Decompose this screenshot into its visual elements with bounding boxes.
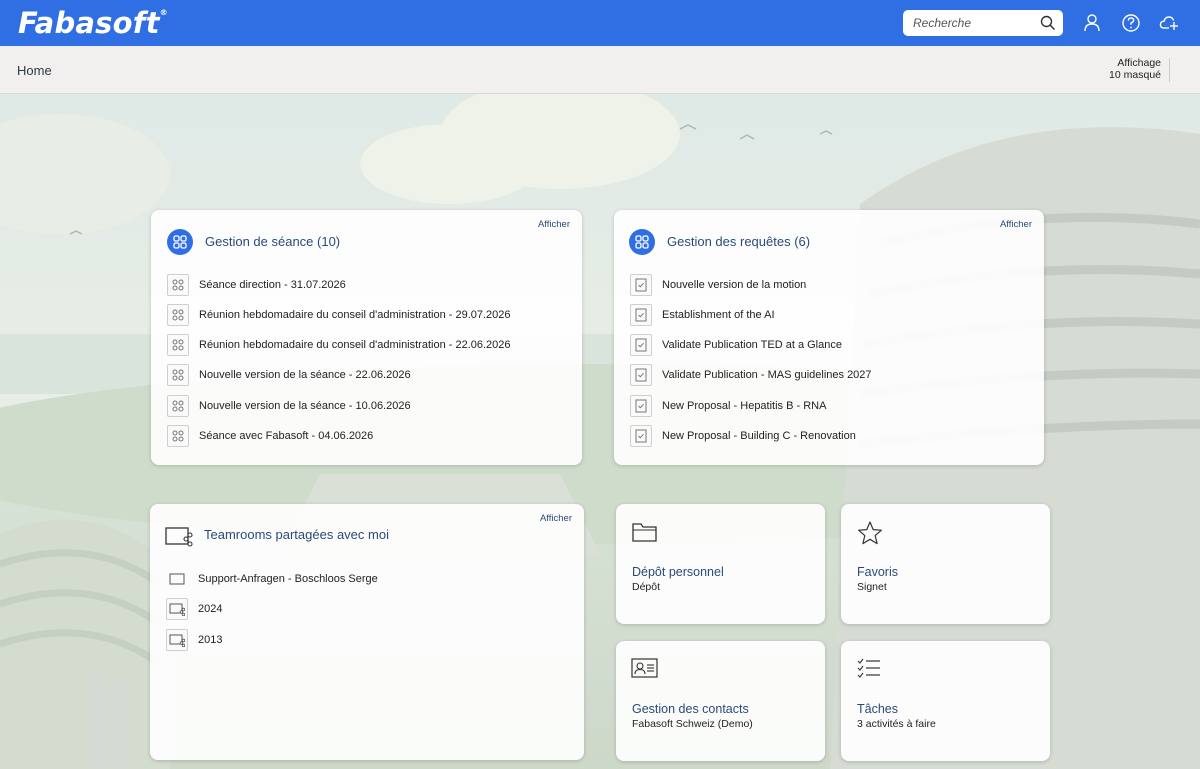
request-item-label: Establishment of the AI [662,309,775,321]
request-item[interactable]: Validate Publication - MAS guidelines 20… [630,363,872,387]
request-item-label: New Proposal - Building C - Renovation [662,430,856,442]
search-input[interactable] [903,10,1033,36]
divider [1169,58,1170,82]
search-box[interactable] [903,10,1063,36]
meetings-card-title[interactable]: Gestion de séance (10) [205,234,340,249]
requests-card-title[interactable]: Gestion des requêtes (6) [667,234,810,249]
meeting-item-label: Séance direction - 31.07.2026 [199,279,346,291]
tile-title: Gestion des contacts [632,702,749,716]
request-item-label: Validate Publication TED at a Glance [662,339,842,351]
tile-subtitle: 3 activités à faire [857,718,936,730]
tile-title: Favoris [857,565,898,579]
meetings-card: Afficher Gestion de séance (10) Séance d… [151,210,582,465]
document-icon [630,425,652,447]
document-icon [630,304,652,326]
breadcrumb-home[interactable]: Home [17,63,52,78]
document-icon [630,364,652,386]
meeting-item-label: Réunion hebdomadaire du conseil d'admini… [199,309,511,321]
teamroom-item-label: 2024 [198,603,223,615]
contact-card-icon [631,658,658,678]
teamroom-icon [166,568,188,590]
teamroom-item-label: 2013 [198,634,223,646]
favorites-tile[interactable]: Favoris Signet [841,504,1050,624]
shared-teamroom-icon [165,527,193,547]
meeting-item[interactable]: Réunion hebdomadaire du conseil d'admini… [167,303,511,327]
document-icon [630,334,652,356]
meeting-item[interactable]: Nouvelle version de la séance - 10.06.20… [167,394,411,418]
request-item[interactable]: Validate Publication TED at a Glance [630,333,842,357]
meeting-item-label: Réunion hebdomadaire du conseil d'admini… [199,339,511,351]
tile-subtitle: Signet [857,581,887,593]
teamrooms-card: Afficher Teamrooms partagées avec moi Su… [150,504,584,760]
help-icon[interactable] [1120,12,1142,34]
request-item-label: Nouvelle version de la motion [662,279,807,291]
teamroom-item[interactable]: 2013 [166,628,222,652]
folder-icon [632,523,657,542]
request-item[interactable]: New Proposal - Hepatitis B - RNA [630,394,826,418]
contacts-tile[interactable]: Gestion des contacts Fabasoft Schweiz (D… [616,641,825,761]
request-item-label: Validate Publication - MAS guidelines 20… [662,369,872,381]
meeting-item[interactable]: Séance avec Fabasoft - 04.06.2026 [167,424,373,448]
tasks-tile[interactable]: Tâches 3 activités à faire [841,641,1050,761]
teamrooms-card-title[interactable]: Teamrooms partagées avec moi [204,527,389,542]
teamroom-item[interactable]: Support-Anfragen - Boschloos Serge [166,567,378,591]
request-item[interactable]: Establishment of the AI [630,303,775,327]
star-icon [858,521,882,545]
tile-subtitle: Dépôt [632,581,661,593]
teamroom-item[interactable]: 2024 [166,597,222,621]
request-item[interactable]: New Proposal - Building C - Renovation [630,424,856,448]
breadcrumb-bar: Home Affichage 10 masqué [0,46,1200,94]
requests-show-link[interactable]: Afficher [1000,219,1032,230]
meeting-item[interactable]: Nouvelle version de la séance - 22.06.20… [167,363,411,387]
document-icon [630,274,652,296]
meeting-item-label: Séance avec Fabasoft - 04.06.2026 [199,430,374,442]
request-item[interactable]: Nouvelle version de la motion [630,273,806,297]
meeting-icon [167,334,189,356]
meeting-item[interactable]: Réunion hebdomadaire du conseil d'admini… [167,333,511,357]
personal-storage-tile[interactable]: Dépôt personnel Dépôt [616,504,825,624]
display-toggle[interactable]: Affichage 10 masqué [1109,57,1161,81]
requests-card: Afficher Gestion des requêtes (6) Nouvel… [614,210,1044,465]
teamroom-item-label: Support-Anfragen - Boschloos Serge [198,573,378,585]
meeting-icon [167,364,189,386]
shared-teamroom-icon [166,598,188,620]
meetings-show-link[interactable]: Afficher [538,219,570,230]
hidden-count: 10 masqué [1109,69,1161,81]
checklist-icon [857,658,880,678]
teamrooms-show-link[interactable]: Afficher [540,513,572,524]
user-icon[interactable] [1081,12,1103,34]
top-bar: Fabasoft® [0,0,1200,46]
tile-title: Dépôt personnel [632,565,724,579]
meeting-item-label: Nouvelle version de la séance - 10.06.20… [199,400,411,412]
search-icon[interactable] [1039,14,1057,32]
request-item-label: New Proposal - Hepatitis B - RNA [662,400,827,412]
fabasoft-logo[interactable]: Fabasoft® [18,6,168,40]
meeting-icon [167,304,189,326]
meeting-item[interactable]: Séance direction - 31.07.2026 [167,273,346,297]
meeting-icon [167,395,189,417]
meeting-item-label: Nouvelle version de la séance - 22.06.20… [199,369,411,381]
document-icon [630,395,652,417]
request-management-icon [629,229,655,255]
tile-subtitle: Fabasoft Schweiz (Demo) [632,718,753,730]
tile-title: Tâches [857,702,898,716]
meeting-icon [167,274,189,296]
shared-teamroom-icon [166,629,188,651]
display-label: Affichage [1117,57,1161,69]
meeting-management-icon [167,229,193,255]
add-cloud-icon[interactable] [1158,12,1180,34]
meeting-icon [167,425,189,447]
